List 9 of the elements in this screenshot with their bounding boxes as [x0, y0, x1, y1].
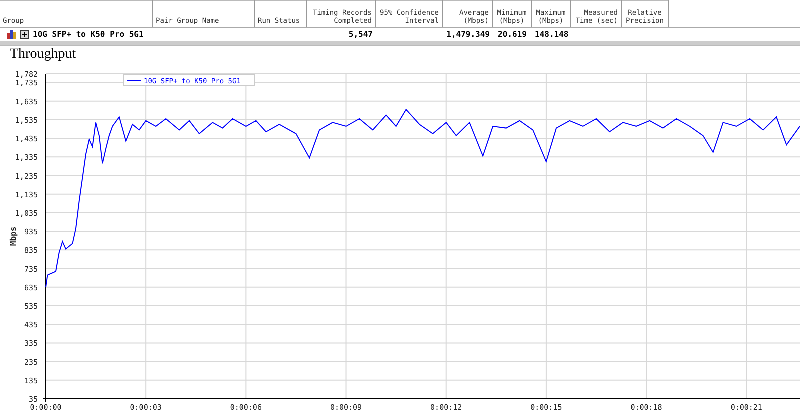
chart-title: Throughput [9, 46, 78, 62]
table-cell-text: 1,479.349 [446, 30, 491, 38]
table-cell-text: 148.148 [534, 30, 570, 38]
expand-icon[interactable] [20, 30, 29, 38]
table-cell: 10G SFP+ to K50 Pro 5G1 [33, 30, 144, 38]
bar-chart-icon [7, 30, 16, 38]
table-cell-text: 5,547 [348, 30, 374, 38]
table-cell-text: 20.619 [497, 30, 528, 38]
y-axis-label: Mbps [9, 226, 18, 246]
